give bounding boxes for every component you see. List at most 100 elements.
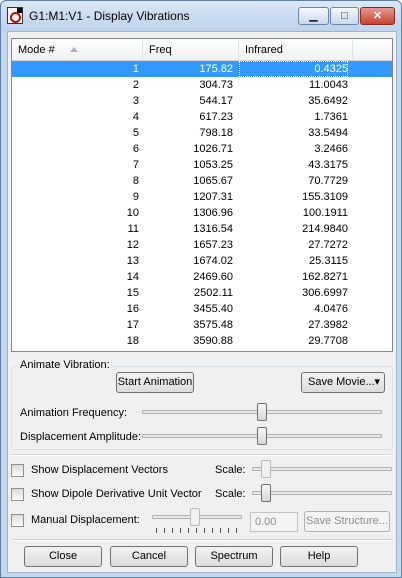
mode-cell: 9 (132, 191, 139, 203)
tick-mark (228, 528, 229, 533)
animate-vibration-title: Animate Vibration: (18, 359, 112, 371)
table-row[interactable]: 16 3455.40 4.0476 (12, 301, 392, 317)
infrared-cell: 214.9840 (302, 223, 348, 235)
column-header-freq[interactable]: Freq (143, 39, 239, 61)
display-vibrations-window: G1:M1:V1 - Display Vibrations ▁ □ ✕ Mode… (0, 0, 402, 578)
save-movie-label: Save Movie... (308, 376, 375, 388)
show-dipole-vector-checkbox[interactable] (11, 488, 24, 501)
table-row[interactable]: 11 1316.54 214.9840 (12, 221, 392, 237)
mode-cell: 15 (126, 287, 139, 299)
show-displacement-vectors-label: Show Displacement Vectors (31, 464, 168, 476)
animation-frequency-slider[interactable] (257, 403, 267, 421)
table-row[interactable]: 18 3590.88 29.7708 (12, 333, 392, 349)
tick-mark (220, 528, 221, 533)
freq-cell: 1053.25 (193, 159, 233, 171)
infrared-cell: 1.7361 (314, 111, 348, 123)
freq-cell: 304.73 (199, 79, 233, 91)
infrared-cell: 29.7708 (308, 335, 348, 347)
tick-mark (156, 528, 157, 533)
manual-displacement-slider[interactable] (190, 508, 200, 526)
vibrations-list[interactable]: Mode # Freq Infrared 1 175.82 0.4325 2 304.7… (11, 38, 393, 352)
freq-cell: 2469.60 (193, 271, 233, 283)
table-row[interactable]: 9 1207.31 155.3109 (12, 189, 392, 205)
displacement-scale-track (252, 467, 392, 471)
table-row[interactable]: 1 175.82 0.4325 (12, 61, 392, 77)
close-window-button[interactable]: ✕ (360, 7, 395, 25)
displacement-amplitude-slider[interactable] (257, 427, 267, 445)
table-row[interactable]: 12 1657.23 27.7272 (12, 237, 392, 253)
dipole-scale-slider[interactable] (261, 484, 271, 502)
column-header-mode[interactable]: Mode # (12, 39, 143, 61)
freq-cell: 3590.88 (193, 335, 233, 347)
infrared-cell: 27.3982 (308, 319, 348, 331)
help-button[interactable]: Help (280, 546, 358, 567)
infrared-cell: 35.6492 (308, 95, 348, 107)
mode-cell: 18 (126, 335, 139, 347)
mode-cell: 10 (126, 207, 139, 219)
freq-cell: 1207.31 (193, 191, 233, 203)
column-header-infrared[interactable]: Infrared (239, 39, 353, 61)
infrared-cell: 27.7272 (308, 239, 348, 251)
mode-cell: 16 (126, 303, 139, 315)
table-row[interactable]: 13 1674.02 25.3115 (12, 253, 392, 269)
tick-mark (164, 528, 165, 533)
table-row[interactable]: 2 304.73 11.0043 (12, 77, 392, 93)
table-row[interactable]: 4 617.23 1.7361 (12, 109, 392, 125)
close-button[interactable]: Close (24, 546, 102, 567)
title-bar[interactable]: G1:M1:V1 - Display Vibrations ▁ □ ✕ (1, 1, 401, 31)
infrared-cell: 4.0476 (314, 303, 348, 315)
infrared-cell: 155.3109 (302, 191, 348, 203)
tick-mark (172, 528, 173, 533)
freq-cell: 3455.40 (193, 303, 233, 315)
manual-displacement-checkbox[interactable] (11, 514, 24, 527)
freq-cell: 2502.11 (194, 287, 233, 299)
table-row[interactable]: 17 3575.48 27.3982 (12, 317, 392, 333)
mode-cell: 3 (132, 95, 139, 107)
mode-cell: 2 (132, 79, 139, 91)
show-displacement-vectors-checkbox[interactable] (11, 464, 24, 477)
minimize-icon: ▁ (309, 10, 318, 22)
mode-cell: 12 (126, 239, 139, 251)
spectrum-button[interactable]: Spectrum (195, 546, 273, 567)
column-header-infrared-label: Infrared (245, 44, 283, 56)
freq-cell: 617.23 (199, 111, 233, 123)
freq-cell: 1316.54 (193, 223, 233, 235)
start-animation-button[interactable]: Start Animation (116, 372, 194, 393)
displacement-scale-slider[interactable] (261, 460, 271, 478)
mode-cell: 17 (126, 319, 139, 331)
minimize-button[interactable]: ▁ (298, 7, 329, 25)
infrared-cell: 11.0043 (309, 79, 348, 91)
separator (11, 454, 393, 456)
mode-cell: 7 (132, 159, 139, 171)
freq-cell: 1674.02 (193, 255, 233, 267)
mode-cell: 1 (132, 63, 139, 75)
table-row[interactable]: 6 1026.71 3.2466 (12, 141, 392, 157)
save-movie-button[interactable]: Save Movie... ▾ (301, 372, 385, 393)
column-header-mode-label: Mode # (18, 44, 55, 56)
window-title: G1:M1:V1 - Display Vibrations (29, 9, 190, 23)
manual-displacement-label: Manual Displacement: (31, 514, 140, 526)
table-row[interactable]: 10 1306.96 100.1911 (12, 205, 392, 221)
mode-cell: 8 (132, 175, 139, 187)
tick-mark (212, 528, 213, 533)
mode-cell: 14 (126, 271, 139, 283)
manual-displacement-field[interactable]: 0.00 (250, 512, 298, 532)
tick-mark (204, 528, 205, 533)
app-icon (7, 7, 23, 24)
save-structure-button[interactable]: Save Structure... (304, 511, 390, 532)
table-row[interactable]: 15 2502.11 306.6997 (12, 285, 392, 301)
tick-mark (236, 528, 237, 533)
cancel-button[interactable]: Cancel (110, 546, 188, 567)
mode-cell: 4 (132, 111, 139, 123)
mode-cell: 13 (126, 255, 139, 267)
infrared-cell: 162.8271 (302, 271, 348, 283)
table-row[interactable]: 7 1053.25 43.3175 (12, 157, 392, 173)
table-row[interactable]: 8 1065.67 70.7729 (12, 173, 392, 189)
table-row[interactable]: 3 544.17 35.6492 (12, 93, 392, 109)
table-row[interactable]: 14 2469.60 162.8271 (12, 269, 392, 285)
freq-cell: 3575.48 (193, 319, 233, 331)
dipole-scale-label: Scale: (215, 488, 246, 500)
sort-ascending-icon (70, 47, 78, 52)
maximize-button[interactable]: □ (330, 7, 359, 25)
table-row[interactable]: 5 798.18 33.5494 (12, 125, 392, 141)
